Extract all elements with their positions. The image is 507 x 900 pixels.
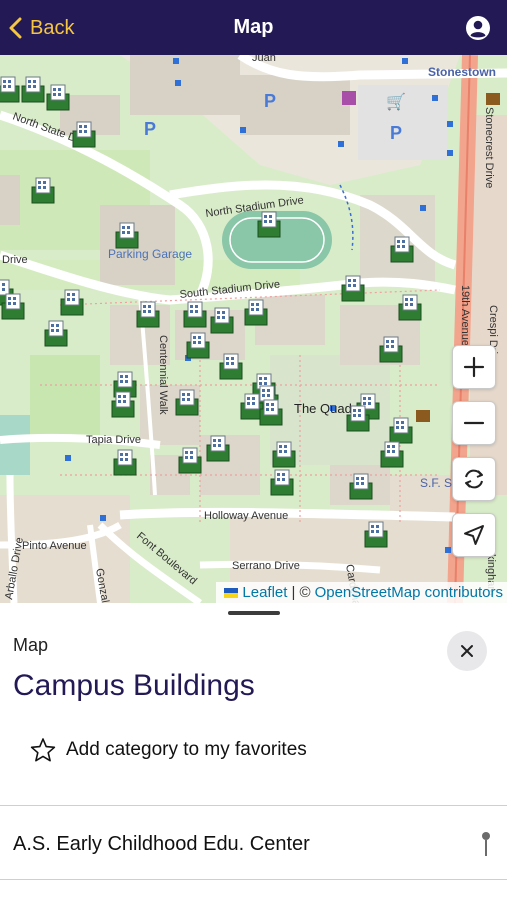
map-tiles[interactable]: P P P 🛒 North State Drive North Stadium … [0,55,507,603]
label-drive: Drive [2,254,28,266]
add-favorite-button[interactable]: Add category to my favorites [30,735,307,765]
svg-text:🛒: 🛒 [386,92,406,111]
divider [0,879,507,880]
rotate-icon [465,469,483,489]
label-parking-garage: Parking Garage [108,247,192,261]
reset-rotation-button[interactable] [452,457,496,501]
divider [0,805,507,806]
sheet-subtitle: Map [13,635,49,655]
svg-text:P: P [144,119,156,139]
category-sheet: Map Campus Buildings Add category to my … [0,603,507,900]
close-icon [461,645,473,657]
list-item-label: A.S. Early Childhood Edu. Center [13,833,310,855]
label-centennial-walk: Centennial Walk [157,335,169,415]
zoom-in-button[interactable] [452,345,496,389]
attribution-separator: | © [291,584,311,601]
label-juan: Juan [252,55,276,64]
nav-bar: Back Map [0,0,507,55]
label-stonestown: Stonestown [428,65,496,79]
location-arrow-icon [464,525,484,545]
label-serrano-drive: Serrano Drive [232,560,300,572]
openstreetmap-link[interactable]: OpenStreetMap contributors [315,584,503,601]
svg-text:P: P [264,91,276,111]
label-the-quad: The Quad [294,401,352,416]
label-19th-avenue: 19th Avenue [459,285,471,346]
label-stonecrest-drive: Stonecrest Drive [483,107,495,188]
zoom-out-button[interactable] [452,401,496,445]
pin-icon [482,832,490,856]
label-tapia-drive: Tapia Drive [86,434,141,446]
map-attribution: Leaflet | © OpenStreetMap contributors [216,582,507,603]
campus-map[interactable]: P P P 🛒 North State Drive North Stadium … [0,55,507,603]
svg-text:P: P [390,123,402,143]
locate-button[interactable] [452,513,496,557]
leaflet-link[interactable]: Leaflet [242,584,287,601]
label-pinto-avenue: Pinto Avenue [22,540,87,552]
list-item[interactable]: A.S. Early Childhood Edu. Center [0,807,507,879]
plus-icon [463,356,485,378]
minus-icon [463,421,485,425]
star-icon [30,738,56,762]
ukraine-flag-icon [224,587,239,598]
label-holloway-avenue: Holloway Avenue [204,510,288,522]
add-favorite-label: Add category to my favorites [66,739,307,760]
account-icon[interactable] [465,15,491,41]
sheet-title: Campus Buildings [13,669,255,702]
page-title: Map [233,16,274,38]
close-button[interactable] [447,631,487,671]
sheet-grabber[interactable] [228,611,280,615]
